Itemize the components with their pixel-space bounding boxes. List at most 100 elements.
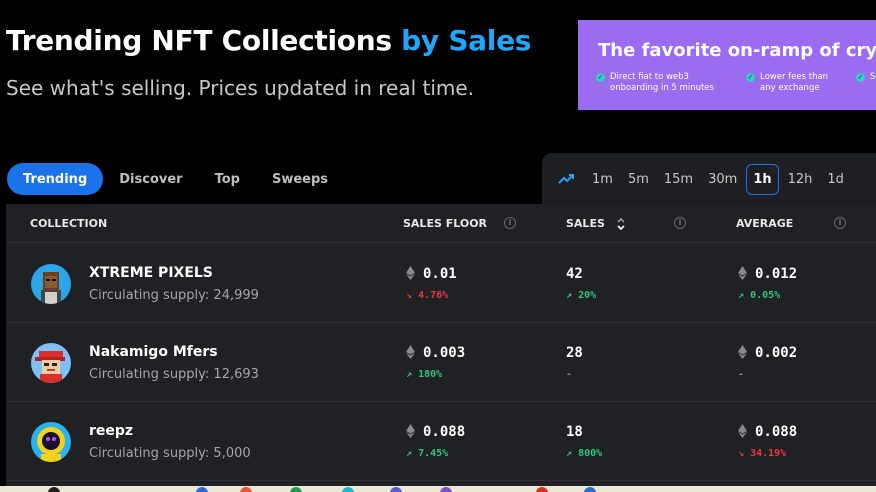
sales-floor-change: ↗ 180% <box>406 369 442 380</box>
column-average[interactable]: AVERAGE <box>736 217 793 230</box>
average-amount: 0.012 <box>755 266 798 282</box>
taskbar-app-icon[interactable] <box>240 487 252 492</box>
ad-banner[interactable]: The favorite on-ramp of cryp ✓ Direct fi… <box>578 20 876 110</box>
eth-icon <box>406 266 415 280</box>
average-change: ↘ 34.19% <box>738 448 786 459</box>
collections-table: COLLECTION SALES FLOOR i SALES i AVERAGE… <box>6 204 876 492</box>
sales-change-value: 20% <box>578 290 597 301</box>
timeframe-selector: 1m 5m 15m 30m 1h 12h 1d <box>542 153 876 205</box>
table-row[interactable]: Nakamigo Mfers Circulating supply: 12,69… <box>6 323 876 402</box>
ad-feature: ✓ Lower fees than any exchange <box>746 72 846 94</box>
ad-feature-text: Direct fiat to web3 onboarding in 5 minu… <box>610 72 714 93</box>
ad-headline: The favorite on-ramp of cryp <box>598 40 876 61</box>
circulating-supply: Circulating supply: 12,693 <box>89 367 259 382</box>
taskbar-app-icon[interactable] <box>440 487 452 492</box>
sales-floor-change-value: 180% <box>418 369 443 380</box>
taskbar-app-icon[interactable] <box>196 487 208 492</box>
eth-icon <box>738 266 747 280</box>
taskbar-app-icon[interactable] <box>536 487 548 492</box>
tab-discover[interactable]: Discover <box>103 163 198 195</box>
sales-floor-amount: 0.088 <box>423 424 466 440</box>
sales-change: ↗ 20% <box>566 290 596 301</box>
sales-floor-change-value: 4.76% <box>418 290 449 301</box>
average-change: ↗ 0.05% <box>738 290 780 301</box>
column-collection[interactable]: COLLECTION <box>30 217 107 230</box>
ad-feature: ✓ Direct fiat to web3 onboarding in 5 mi… <box>596 72 726 94</box>
trending-up-icon[interactable] <box>558 172 576 186</box>
eth-icon <box>406 345 415 359</box>
sales-value: 42 <box>566 266 583 282</box>
tab-sweeps[interactable]: Sweeps <box>256 163 344 195</box>
arrow-up-right-icon: ↗ <box>566 290 573 301</box>
arrow-up-right-icon: ↗ <box>566 448 573 459</box>
average-amount: 0.088 <box>755 424 798 440</box>
taskbar-app-icon[interactable] <box>342 487 354 492</box>
table-row[interactable]: reepz Circulating supply: 5,000 0.088 ↗ … <box>6 402 876 481</box>
average-value: 0.088 <box>738 424 797 440</box>
average-value: 0.002 <box>738 345 797 361</box>
check-icon: ✓ <box>856 73 865 82</box>
sales-floor-amount: 0.003 <box>423 345 466 361</box>
sort-icon[interactable] <box>616 216 626 232</box>
page-title: Trending NFT Collections by Sales <box>6 24 531 57</box>
collection-name[interactable]: XTREME PIXELS <box>89 265 213 281</box>
arrow-up-right-icon: ↗ <box>406 369 413 380</box>
os-taskbar <box>0 486 876 492</box>
sales-floor-amount: 0.01 <box>423 266 457 282</box>
tab-trending[interactable]: Trending <box>7 163 104 195</box>
average-value: 0.012 <box>738 266 797 282</box>
arrow-up-right-icon: ↗ <box>738 290 745 301</box>
circulating-supply: Circulating supply: 24,999 <box>89 288 259 303</box>
column-sales[interactable]: SALES <box>566 217 605 230</box>
collection-avatar <box>31 422 71 462</box>
sales-floor-value: 0.01 <box>406 266 457 282</box>
ad-feature: ✓ S <box>856 72 876 83</box>
page-subtitle: See what's selling. Prices updated in re… <box>6 76 475 100</box>
arrow-down-right-icon: ↘ <box>738 448 745 459</box>
sales-value: 18 <box>566 424 583 440</box>
category-tabs: Trending Discover Top Sweeps <box>7 163 344 195</box>
sales-floor-value: 0.003 <box>406 345 465 361</box>
table-row[interactable]: XTREME PIXELS Circulating supply: 24,999… <box>6 244 876 323</box>
average-amount: 0.002 <box>755 345 798 361</box>
taskbar-app-icon[interactable] <box>390 487 402 492</box>
timeframe-15m[interactable]: 15m <box>658 166 699 193</box>
timeframe-1d[interactable]: 1d <box>821 166 850 193</box>
taskbar-app-icon[interactable] <box>584 487 596 492</box>
check-icon: ✓ <box>746 73 755 82</box>
collection-name[interactable]: reepz <box>89 423 133 439</box>
tab-top[interactable]: Top <box>199 163 256 195</box>
taskbar-app-icon[interactable] <box>48 487 60 492</box>
collection-avatar <box>31 343 71 383</box>
ad-feature-text: Lower fees than any exchange <box>760 72 829 93</box>
page-title-main: Trending NFT Collections <box>6 24 392 57</box>
sales-floor-change-value: 7.45% <box>418 448 449 459</box>
sales-change: ↗ 800% <box>566 448 602 459</box>
eth-icon <box>738 424 747 438</box>
check-icon: ✓ <box>596 73 605 82</box>
timeframe-5m[interactable]: 5m <box>622 166 655 193</box>
info-icon[interactable]: i <box>504 217 516 229</box>
info-icon[interactable]: i <box>674 217 686 229</box>
table-header: COLLECTION SALES FLOOR i SALES i AVERAGE… <box>6 204 876 243</box>
timeframe-12h[interactable]: 12h <box>782 166 819 193</box>
sales-change: - <box>566 369 573 380</box>
column-sales-floor[interactable]: SALES FLOOR <box>403 217 487 230</box>
collection-avatar <box>31 264 71 304</box>
timeframe-30m[interactable]: 30m <box>702 166 743 193</box>
taskbar-app-icon[interactable] <box>290 487 302 492</box>
eth-icon <box>406 424 415 438</box>
eth-icon <box>738 345 747 359</box>
sales-change-value: 800% <box>578 448 603 459</box>
timeframe-1h[interactable]: 1h <box>746 163 779 195</box>
average-change-value: 34.19% <box>750 448 787 459</box>
average-change: - <box>738 369 745 380</box>
sales-floor-value: 0.088 <box>406 424 465 440</box>
collection-name[interactable]: Nakamigo Mfers <box>89 344 218 360</box>
sales-value: 28 <box>566 345 583 361</box>
info-icon[interactable]: i <box>834 217 846 229</box>
timeframe-1m[interactable]: 1m <box>586 166 619 193</box>
circulating-supply: Circulating supply: 5,000 <box>89 446 251 461</box>
arrow-down-right-icon: ↘ <box>406 290 413 301</box>
average-change-value: 0.05% <box>750 290 781 301</box>
